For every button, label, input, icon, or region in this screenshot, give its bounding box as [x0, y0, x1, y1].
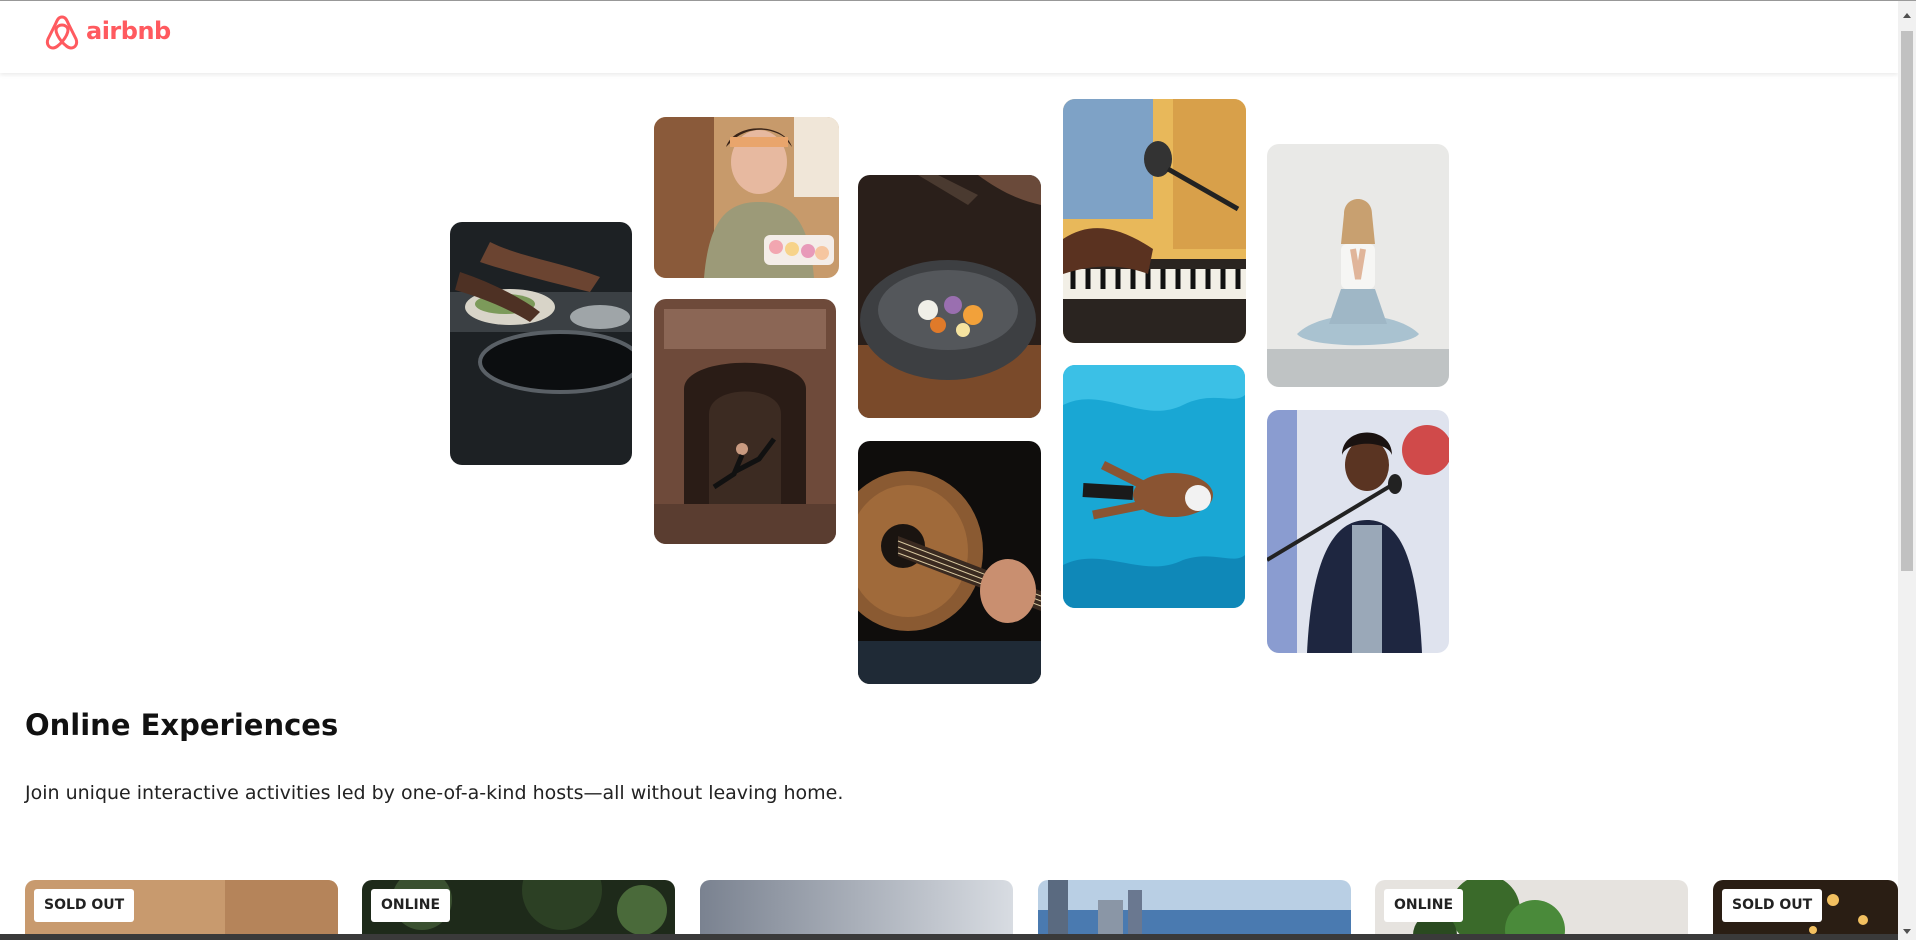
airbnb-logo[interactable]: airbnb	[44, 11, 171, 51]
site-header: airbnb	[0, 1, 1898, 73]
card-status-badge: SOLD OUT	[34, 889, 135, 922]
experience-card[interactable]: SOLD OUT	[1713, 880, 1898, 940]
experience-card[interactable]: SOLD OUT	[25, 880, 338, 940]
experience-card[interactable]: ONLINE	[362, 880, 675, 940]
experience-card[interactable]	[1038, 880, 1351, 940]
experience-card[interactable]	[700, 880, 1013, 940]
airbnb-belo-icon	[45, 15, 79, 50]
scrollbar-thumb[interactable]	[1901, 31, 1913, 571]
card-status-badge: ONLINE	[1384, 889, 1464, 922]
photo-acoustic-guitar	[858, 441, 1041, 684]
card-status-badge: SOLD OUT	[1722, 889, 1823, 922]
horizontal-scrollbar[interactable]	[0, 934, 1898, 940]
photo-meditation	[1267, 144, 1449, 387]
photo-cooking-pans	[450, 222, 632, 465]
experience-card[interactable]: ONLINE	[1375, 880, 1688, 940]
photo-stone-bowl	[858, 175, 1041, 418]
section-subtitle: Join unique interactive activities led b…	[25, 782, 844, 804]
scroll-up-arrow-icon[interactable]	[1903, 13, 1911, 18]
scroll-down-arrow-icon[interactable]	[1903, 929, 1911, 934]
card-status-badge: ONLINE	[371, 889, 451, 922]
logo-text: airbnb	[86, 17, 171, 45]
photo-swimmer-pool	[1063, 365, 1245, 608]
photo-piano-microphone	[1063, 99, 1246, 343]
section-title: Online Experiences	[25, 708, 339, 742]
photo-singer	[1267, 410, 1449, 653]
vertical-scrollbar[interactable]	[1898, 1, 1916, 940]
photo-dancer-doorway	[654, 299, 836, 544]
photo-macarons	[654, 117, 839, 278]
